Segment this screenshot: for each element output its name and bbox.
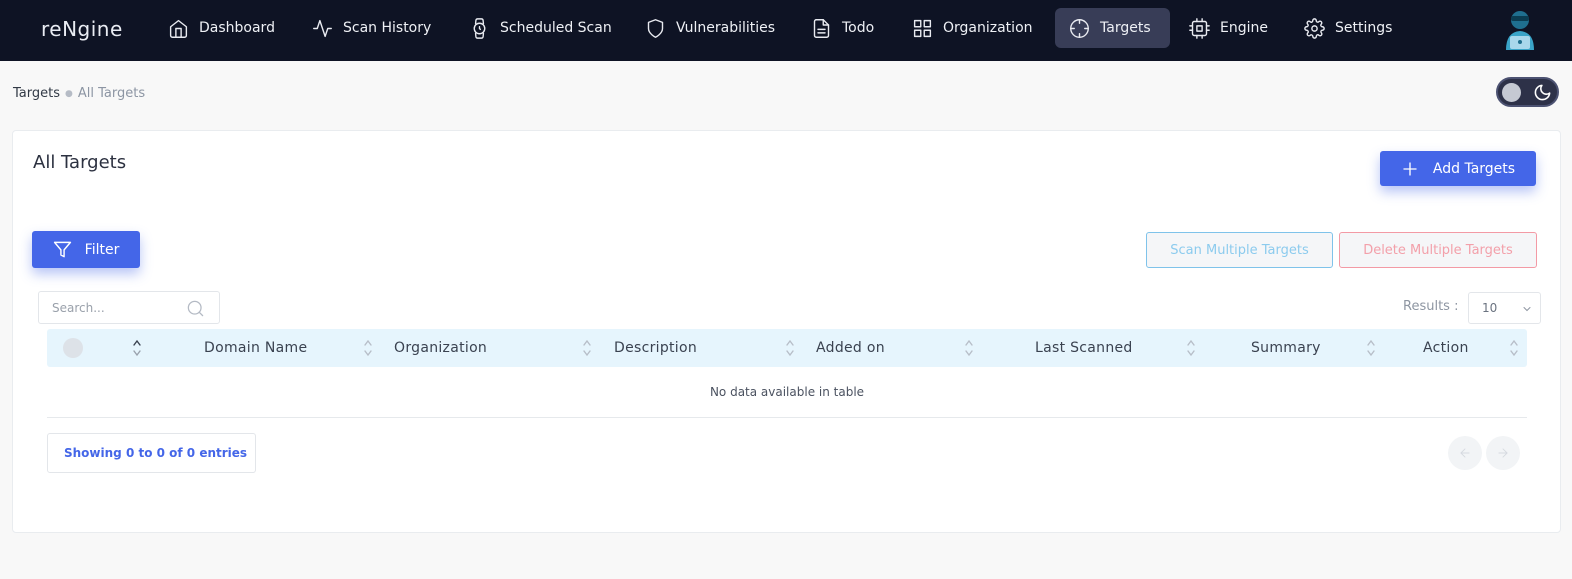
file-text-icon — [813, 18, 830, 38]
arrow-right-icon — [1498, 448, 1508, 458]
shield-icon — [647, 18, 664, 38]
sort-icon[interactable] — [964, 337, 974, 359]
cpu-icon — [1189, 17, 1210, 39]
chevron-down-icon — [1523, 307, 1531, 312]
theme-toggle[interactable] — [1496, 77, 1559, 107]
sort-icon[interactable] — [1509, 337, 1519, 359]
search-box — [38, 291, 220, 324]
column-header-organization[interactable]: Organization — [394, 329, 487, 367]
filter-icon — [53, 241, 71, 258]
breadcrumb-root[interactable]: Targets — [13, 86, 60, 101]
nav-item-label: Scan History — [343, 20, 432, 36]
sort-icon[interactable] — [132, 337, 142, 359]
delete-multiple-targets-button[interactable]: Delete Multiple Targets — [1339, 232, 1537, 268]
results-label: Results : — [1403, 299, 1459, 314]
nav-item-label: Engine — [1220, 20, 1268, 36]
nav-item-engine[interactable]: Engine — [1175, 8, 1282, 48]
nav-item-todo[interactable]: Todo — [797, 8, 888, 48]
table-empty-row: No data available in table — [47, 367, 1527, 418]
column-header-description[interactable]: Description — [614, 329, 697, 367]
sort-icon[interactable] — [1366, 337, 1376, 359]
moon-icon — [1534, 84, 1551, 101]
nav-item-organization[interactable]: Organization — [898, 8, 1047, 48]
scan-multiple-targets-button[interactable]: Scan Multiple Targets — [1146, 232, 1333, 268]
results-per-page-select[interactable]: 10 — [1468, 292, 1541, 324]
nav-item-scan-history[interactable]: Scan History — [298, 8, 445, 48]
page-title: All Targets — [33, 152, 127, 173]
crosshair-icon — [1070, 18, 1089, 38]
targets-card: All Targets Add Targets Filter Scan Mult… — [12, 130, 1561, 533]
watch-icon — [473, 17, 486, 39]
nav-item-dashboard[interactable]: Dashboard — [154, 8, 289, 48]
breadcrumb-separator-icon: ● — [65, 88, 73, 99]
user-avatar[interactable] — [1502, 8, 1538, 50]
next-page-button[interactable] — [1486, 436, 1520, 470]
plus-icon — [1403, 161, 1417, 176]
nav-item-label: Vulnerabilities — [676, 20, 776, 36]
add-targets-button[interactable]: Add Targets — [1380, 151, 1536, 186]
column-header-last-scanned[interactable]: Last Scanned — [1035, 329, 1133, 367]
search-input[interactable] — [52, 300, 182, 315]
nav-item-label: Scheduled Scan — [500, 20, 612, 36]
select-all-checkbox[interactable] — [63, 338, 83, 358]
breadcrumb-current: All Targets — [77, 86, 146, 101]
breadcrumb: Targets ● All Targets — [13, 86, 145, 101]
column-header-added-on[interactable]: Added on — [816, 329, 885, 367]
add-targets-label: Add Targets — [1432, 160, 1516, 177]
nav-item-scheduled-scan[interactable]: Scheduled Scan — [455, 8, 626, 48]
nav-item-label: Dashboard — [199, 20, 275, 36]
nav-item-targets[interactable]: Targets — [1055, 8, 1170, 48]
filter-label: Filter — [84, 241, 120, 258]
sort-icon[interactable] — [363, 337, 373, 359]
settings-icon — [1304, 17, 1325, 39]
sort-icon[interactable] — [785, 337, 795, 359]
top-navbar: reNgine Dashboard Scan History Scheduled… — [0, 0, 1572, 61]
search-icon[interactable] — [186, 299, 205, 318]
results-value: 10 — [1482, 301, 1498, 315]
nav-item-label: Settings — [1335, 20, 1393, 36]
nav-item-settings[interactable]: Settings — [1290, 8, 1406, 48]
previous-page-button[interactable] — [1448, 436, 1482, 470]
table-header: Domain Name Organization Description Add… — [47, 329, 1527, 367]
column-header-domain-name[interactable]: Domain Name — [204, 329, 307, 367]
filter-button[interactable]: Filter — [32, 231, 140, 268]
nav-item-label: Targets — [1100, 20, 1151, 36]
grid-icon — [913, 19, 932, 37]
toggle-knob — [1502, 83, 1521, 102]
home-icon — [169, 19, 188, 38]
table-info: Showing 0 to 0 of 0 entries — [47, 433, 256, 473]
nav-item-label: Todo — [842, 20, 875, 36]
sort-icon[interactable] — [1186, 337, 1196, 359]
brand-logo[interactable]: reNgine — [41, 17, 123, 41]
nav-item-vulnerabilities[interactable]: Vulnerabilities — [631, 8, 789, 48]
column-header-action[interactable]: Action — [1423, 329, 1469, 367]
arrow-left-icon — [1460, 448, 1470, 458]
nav-item-label: Organization — [943, 20, 1033, 36]
column-header-summary[interactable]: Summary — [1251, 329, 1321, 367]
activity-icon — [313, 19, 332, 37]
sort-icon[interactable] — [582, 337, 592, 359]
